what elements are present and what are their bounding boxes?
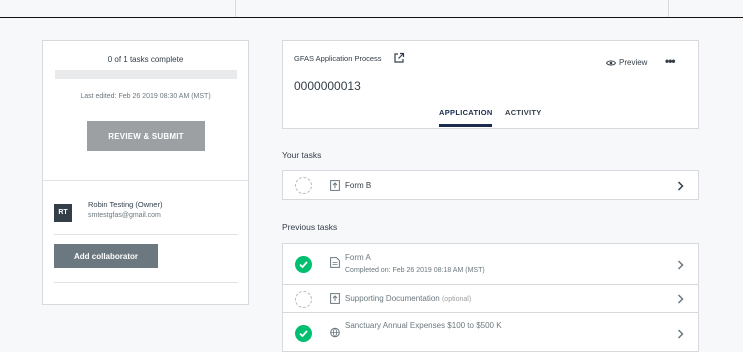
task-title: Form A [345,253,371,262]
application-id: 0000000013 [294,79,361,93]
optional-tag: (optional) [441,296,472,303]
divider [54,282,238,283]
task-row-form-b[interactable]: Form B [282,170,699,200]
top-bar-divider [668,0,669,17]
external-link-icon[interactable] [393,52,405,64]
progress-text: 0 of 1 tasks complete [107,55,184,64]
application-sidebar: 0 of 1 tasks complete Last edited: Feb 2… [42,40,249,305]
process-name: GFAS Application Process [294,54,382,63]
avatar: RT [54,204,72,222]
upload-doc-icon [330,180,340,191]
globe-icon [330,327,340,338]
task-row-form-a[interactable]: Form A Completed on: Feb 26 2019 08:18 A… [282,243,699,285]
incomplete-status-icon [295,291,312,308]
task-title: Sanctuary Annual Expenses $100 to $500 K [345,321,502,330]
divider [54,234,238,235]
top-bar-border [0,17,743,18]
task-row-sanctuary-expenses[interactable]: Sanctuary Annual Expenses $100 to $500 K [282,312,699,352]
completed-status-icon [295,325,312,342]
application-header: GFAS Application Process Preview ••• 000… [282,40,699,129]
completed-status-icon [295,256,312,273]
chevron-right-icon [677,329,684,339]
collaborator-name: Robin Testing (Owner) [88,200,163,209]
tab-application[interactable]: APPLICATION [439,108,493,117]
incomplete-status-icon [295,177,312,194]
previous-tasks-heading: Previous tasks [282,222,338,232]
chevron-right-icon [677,260,684,270]
upload-doc-icon [330,293,340,304]
progress-bar [55,70,237,79]
collaborator-email: smtestgfas@gmail.com [88,212,161,219]
task-row-supporting-documentation[interactable]: Supporting Documentation (optional) [282,284,699,313]
eye-icon [606,60,616,65]
last-edited-text: Last edited: Feb 26 2019 08:30 AM (MST) [80,93,211,100]
top-bar [0,0,743,17]
check-icon [299,261,308,269]
review-submit-button[interactable]: REVIEW & SUBMIT [87,121,205,151]
chevron-right-icon [677,181,684,191]
top-bar-divider [235,0,236,17]
active-tab-indicator [439,124,492,127]
preview-button[interactable]: Preview [606,58,647,67]
task-title: Form B [345,181,372,190]
divider [43,180,248,181]
preview-label: Preview [619,58,648,67]
task-title: Supporting Documentation (optional) [345,294,471,303]
add-collaborator-button[interactable]: Add collaborator [54,244,158,268]
check-icon [299,330,308,338]
document-icon [330,257,340,268]
chevron-right-icon [677,294,684,304]
task-title-text: Supporting Documentation [345,294,440,303]
your-tasks-heading: Your tasks [282,150,322,160]
tab-activity[interactable]: ACTIVITY [505,108,542,117]
more-options-icon[interactable]: ••• [665,54,676,68]
task-completed-date: Completed on: Feb 26 2019 08:18 AM (MST) [345,267,485,274]
